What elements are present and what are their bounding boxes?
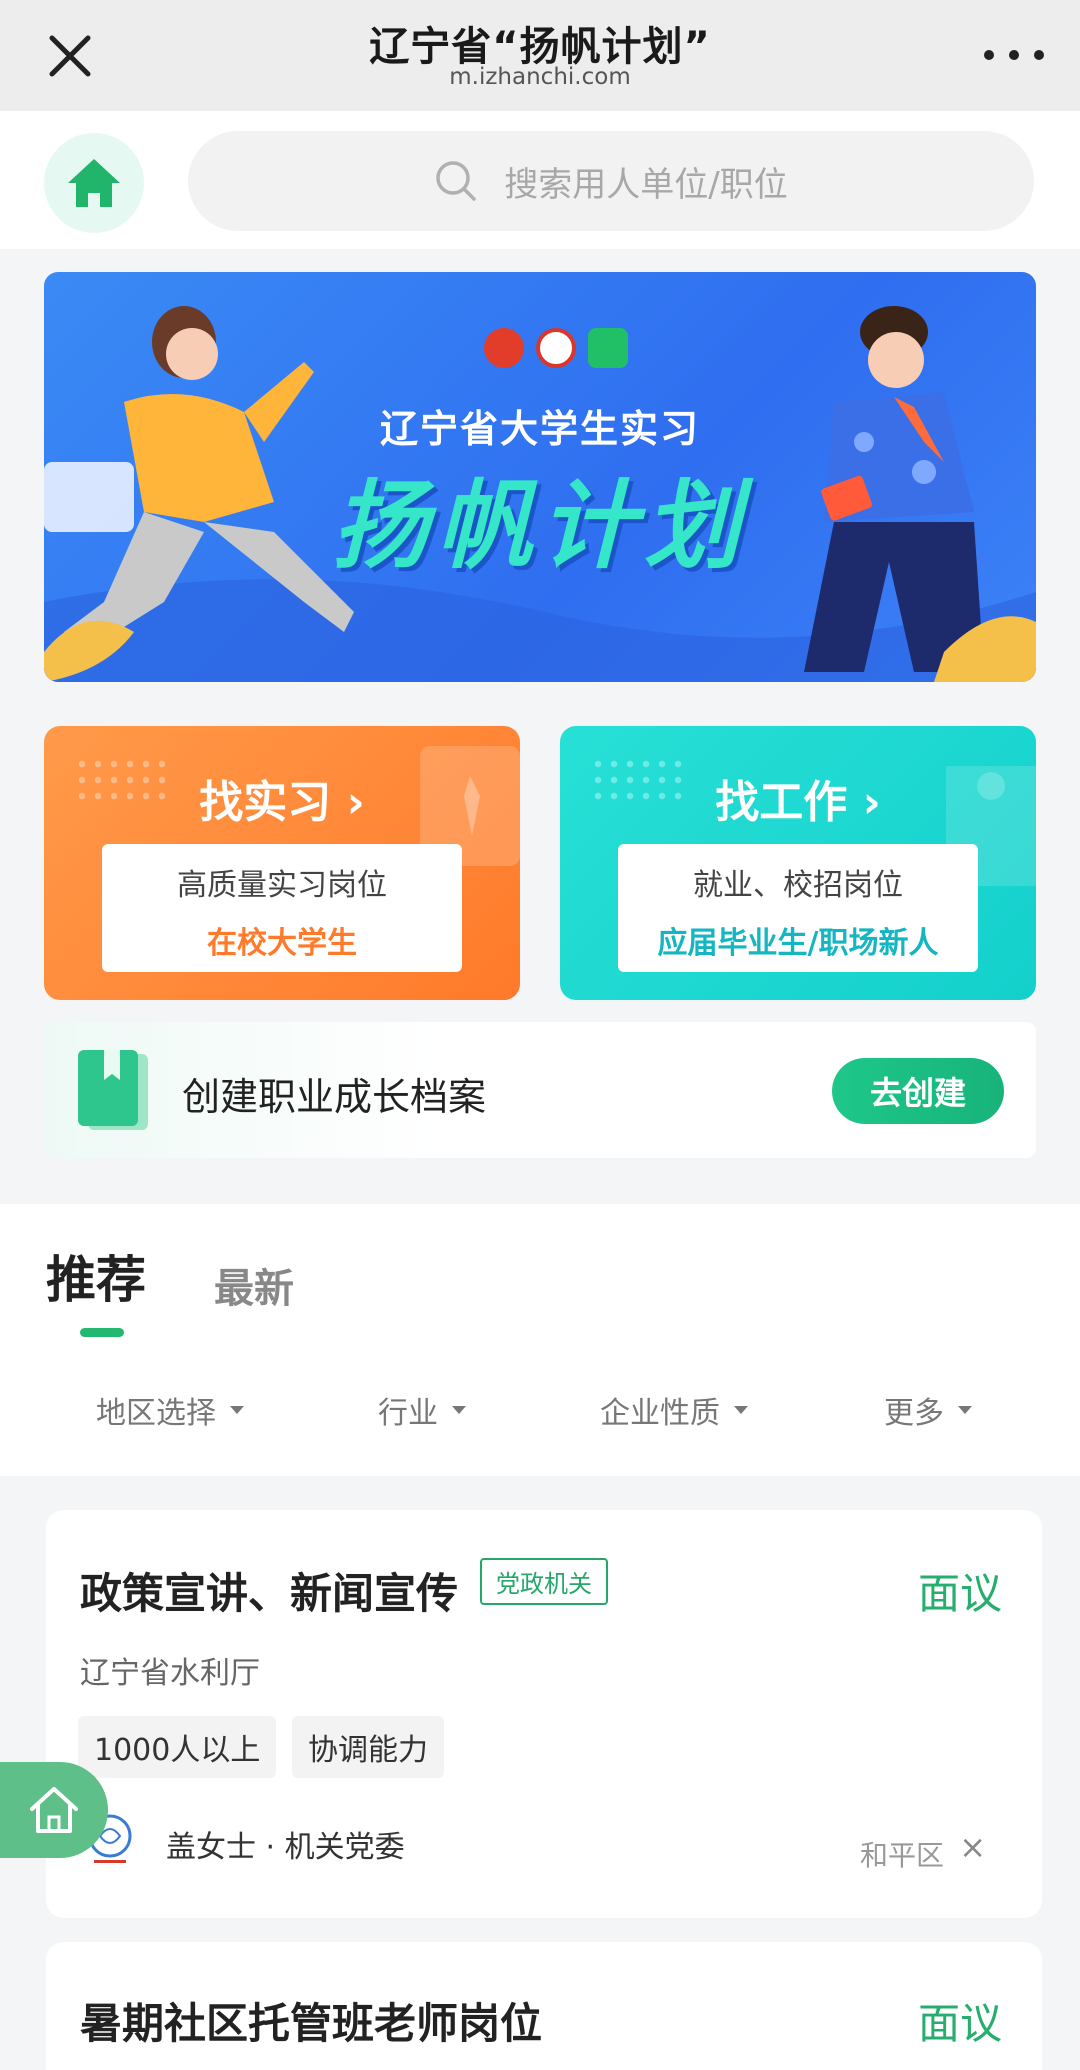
search-placeholder: 搜索用人单位/职位: [504, 164, 788, 205]
home-button[interactable]: [44, 133, 144, 233]
search-input[interactable]: 搜索用人单位/职位: [188, 131, 1034, 231]
job-card-audience: 应届毕业生/职场新人: [657, 926, 939, 961]
filter-industry-label: 行业: [378, 1396, 438, 1431]
home-icon: [68, 159, 120, 207]
partner-logos: [484, 328, 628, 368]
page-url: m.izhanchi.com: [449, 64, 631, 90]
job-title: 暑期社区托管班老师岗位: [80, 1999, 543, 2048]
find-internship-card[interactable]: 找实习 › 高质量实习岗位 在校大学生: [44, 726, 520, 1000]
search-icon: [436, 161, 477, 201]
caret-down-icon: [452, 1406, 466, 1414]
active-tab-indicator: [80, 1328, 124, 1337]
job-district: 和平区: [859, 1839, 944, 1872]
job-card-info: 就业、校招岗位 应届毕业生/职场新人: [618, 844, 978, 972]
create-profile-button[interactable]: 去创建: [832, 1058, 1004, 1124]
internship-card-desc: 高质量实习岗位: [177, 868, 387, 903]
job-tag: 1000人以上: [78, 1716, 277, 1778]
caret-down-icon: [230, 1406, 244, 1414]
promo-banner[interactable]: 辽宁省大学生实习 扬帆计划: [44, 272, 1036, 682]
university-seal-icon: [536, 328, 576, 368]
banner-subtitle: 辽宁省大学生实习: [379, 407, 700, 451]
home-outline-icon: [30, 1787, 78, 1833]
tab-recommended[interactable]: 推荐: [46, 1240, 146, 1312]
dismiss-job-icon[interactable]: ×: [959, 1828, 986, 1866]
caret-down-icon: [734, 1406, 748, 1414]
career-profile-banner[interactable]: 创建职业成长档案 去创建: [44, 1022, 1036, 1158]
more-options-icon[interactable]: [984, 40, 1044, 70]
filter-industry[interactable]: 行业: [378, 1388, 466, 1432]
internship-card-info: 高质量实习岗位 在校大学生: [102, 844, 462, 972]
find-job-card[interactable]: 找工作 › 就业、校招岗位 应届毕业生/职场新人: [560, 726, 1036, 1000]
job-card-title: 找工作 ›: [715, 777, 881, 828]
job-card-desc: 就业、校招岗位: [693, 868, 903, 903]
filter-more[interactable]: 更多: [884, 1388, 972, 1432]
internship-card-audience: 在校大学生: [207, 926, 357, 961]
app-logo-icon: [588, 328, 628, 368]
job-contact: 盖女士 · 机关党委: [166, 1830, 405, 1865]
job-salary: 面议: [917, 1999, 1002, 2048]
browser-top-bar: 辽宁省“扬帆计划” m.izhanchi.com: [0, 0, 1080, 111]
job-salary: 面议: [917, 1569, 1002, 1618]
filter-company-type-label: 企业性质: [600, 1396, 720, 1431]
caret-down-icon: [958, 1406, 972, 1414]
league-emblem-icon: [484, 328, 524, 368]
filter-more-label: 更多: [884, 1396, 944, 1431]
job-title: 政策宣讲、新闻宣传: [80, 1569, 459, 1618]
filter-region[interactable]: 地区选择: [96, 1388, 244, 1432]
job-listing-card[interactable]: 暑期社区托管班老师岗位 面议: [46, 1942, 1042, 2070]
filter-company-type[interactable]: 企业性质: [600, 1388, 748, 1432]
job-tag: 协调能力: [292, 1716, 444, 1778]
tab-latest[interactable]: 最新: [214, 1256, 294, 1314]
job-category-badge: 党政机关: [480, 1558, 608, 1605]
listing-tabs-panel: 推荐 最新 地区选择 行业 企业性质 更多: [0, 1204, 1080, 1476]
job-company: 辽宁省水利厅: [80, 1656, 260, 1691]
search-header: 搜索用人单位/职位: [0, 111, 1080, 249]
filter-region-label: 地区选择: [96, 1396, 216, 1431]
internship-card-title: 找实习 ›: [199, 777, 365, 828]
floating-home-button[interactable]: [0, 1762, 108, 1858]
career-profile-text: 创建职业成长档案: [182, 1075, 487, 1119]
banner-title: 扬帆计划: [332, 470, 748, 582]
job-listing-card[interactable]: 政策宣讲、新闻宣传 党政机关 面议 辽宁省水利厅 1000人以上 协调能力 盖女…: [46, 1510, 1042, 1918]
profile-book-icon: [78, 1050, 148, 1130]
